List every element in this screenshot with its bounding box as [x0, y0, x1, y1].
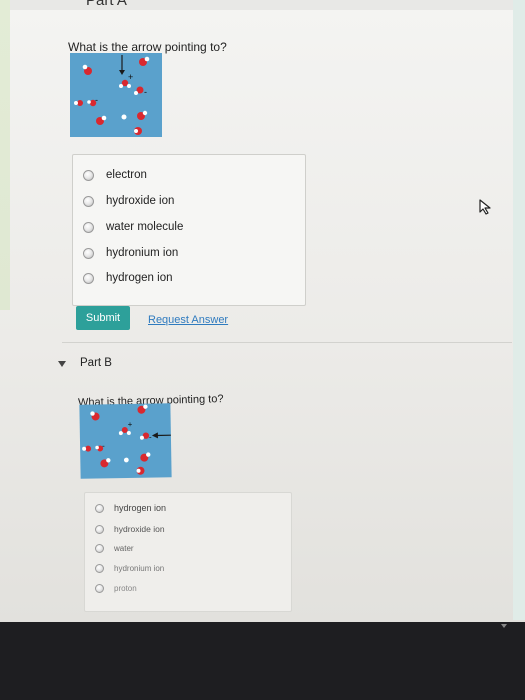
part-b-choices-box: hydrogen ion hydroxide ion water hydroni…: [84, 492, 292, 612]
choice-a-5[interactable]: hydrogen ion: [83, 272, 173, 284]
molecule-1: [82, 64, 92, 75]
left-margin-bar: [0, 0, 10, 310]
molecule-diagram: + - -: [74, 55, 150, 135]
molecule-9: [137, 110, 148, 120]
scroll-down-icon[interactable]: [501, 624, 507, 628]
choice-label: water molecule: [106, 221, 184, 233]
hydroxide-ion-b: [139, 432, 150, 440]
part-b-title: Part B: [80, 357, 112, 369]
mouse-cursor-icon: [479, 199, 491, 215]
collapse-caret-icon[interactable]: [58, 361, 66, 367]
choice-label: hydroxide ion: [106, 195, 175, 207]
choice-label: proton: [114, 584, 137, 593]
molecule-diagram-b: + - -: [82, 404, 171, 475]
molecule-4: [134, 86, 144, 95]
part-b-molecule-image: + - -: [79, 403, 172, 479]
section-divider: [62, 342, 512, 343]
choice-b-5[interactable]: proton: [95, 584, 137, 593]
radio-button[interactable]: [95, 564, 104, 573]
choice-a-4[interactable]: hydronium ion: [83, 247, 178, 259]
radio-button[interactable]: [95, 544, 104, 553]
request-answer-link[interactable]: Request Answer: [148, 314, 228, 326]
radio-button[interactable]: [95, 584, 104, 593]
browser-viewport: Part A What is the arrow pointing to? + …: [0, 0, 525, 622]
choice-b-3[interactable]: water: [95, 544, 134, 553]
part-a-title: Part A: [86, 0, 127, 9]
choice-a-1[interactable]: electron: [83, 169, 147, 181]
svg-text:+: +: [128, 420, 133, 429]
choice-label: electron: [106, 169, 147, 181]
choice-b-4[interactable]: hydronium ion: [95, 564, 164, 573]
choice-a-3[interactable]: water molecule: [83, 221, 183, 233]
radio-button[interactable]: [83, 247, 94, 259]
minus-label-1: -: [144, 87, 147, 97]
submit-button[interactable]: Submit: [76, 306, 130, 330]
radio-button[interactable]: [83, 272, 94, 284]
arrow-head: [119, 70, 125, 75]
part-a-question: What is the arrow pointing to?: [68, 40, 227, 54]
choice-label: hydroxide ion: [114, 524, 165, 534]
choice-label: water: [114, 544, 134, 553]
svg-text:-: -: [102, 441, 105, 450]
radio-button[interactable]: [95, 524, 104, 534]
top-strip: [0, 0, 525, 10]
radio-button[interactable]: [83, 169, 94, 181]
molecule-5: [74, 100, 83, 106]
svg-text:-: -: [149, 433, 152, 442]
molecule-8: [121, 114, 127, 120]
molecule-10: [134, 127, 142, 135]
choice-b-1[interactable]: hydrogen ion: [95, 503, 166, 513]
right-margin-bar: [513, 0, 525, 620]
choice-label: hydronium ion: [106, 247, 179, 259]
radio-button[interactable]: [83, 195, 94, 207]
choice-a-2[interactable]: hydroxide ion: [83, 195, 174, 207]
radio-button[interactable]: [83, 221, 94, 233]
minus-label-2: -: [95, 95, 98, 105]
choice-label: hydrogen ion: [106, 272, 173, 284]
choice-label: hydrogen ion: [114, 503, 167, 513]
molecule-7: [96, 115, 107, 125]
choice-b-2[interactable]: hydroxide ion: [95, 524, 165, 534]
plus-label: +: [128, 72, 133, 82]
radio-button[interactable]: [95, 503, 104, 513]
part-a-choices-box: electron hydroxide ion water molecule hy…: [72, 154, 306, 306]
part-a-molecule-image: + - -: [70, 53, 162, 137]
choice-label: hydronium ion: [114, 564, 165, 573]
molecule-2: [139, 56, 150, 66]
arrow-head-b: [151, 432, 158, 439]
